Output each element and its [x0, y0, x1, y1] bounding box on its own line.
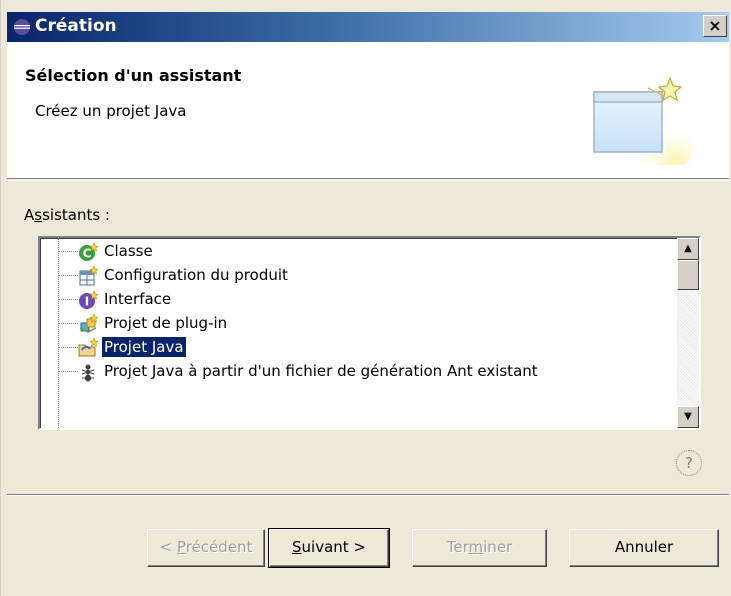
java-project-icon	[78, 338, 98, 357]
tree-branch	[58, 347, 78, 348]
separator	[7, 495, 729, 496]
class-icon: C	[79, 242, 98, 261]
cancel-button[interactable]: Annuler	[569, 529, 719, 567]
wizard-tree[interactable]: C Classe Configuration du produit I Inte…	[38, 236, 701, 430]
tree-branch	[58, 299, 78, 300]
tree-item-projet-java[interactable]: Projet Java	[40, 336, 670, 360]
tree-item-configuration-produit[interactable]: Configuration du produit	[40, 264, 670, 288]
creation-dialog: Création × Sélection d'un assistant Crée…	[0, 0, 731, 596]
back-button[interactable]: < Précédent	[147, 529, 265, 567]
label-text-suffix: sistants :	[42, 206, 110, 224]
tree-item-classe[interactable]: C Classe	[40, 240, 670, 264]
tree-scrollbar[interactable]: ▲ ▼	[677, 238, 699, 428]
wizards-label: Assistants :	[24, 206, 110, 224]
tree-branch	[58, 251, 78, 252]
ant-icon	[81, 364, 95, 382]
help-icon[interactable]: ?	[676, 450, 702, 476]
tree-item-label: Interface	[104, 290, 172, 308]
tree-branch	[58, 371, 78, 372]
finish-prefix: Ter	[446, 538, 469, 556]
next-suffix: uivant >	[301, 538, 366, 556]
next-button[interactable]: Suivant >	[268, 528, 390, 568]
svg-text:C: C	[83, 247, 92, 261]
scroll-down-button[interactable]: ▼	[677, 406, 699, 428]
finish-mnemonic: m	[468, 538, 484, 556]
eclipse-icon	[14, 19, 30, 35]
back-suffix: récédent	[185, 538, 253, 556]
banner-title: Sélection d'un assistant	[25, 66, 242, 85]
separator	[7, 180, 729, 181]
title-bar[interactable]: Création ×	[7, 12, 729, 42]
tree-item-projet-plug-in[interactable]: Projet de plug-in	[40, 312, 670, 336]
scroll-thumb[interactable]	[677, 260, 699, 290]
close-button[interactable]: ×	[703, 15, 727, 37]
svg-text:I: I	[85, 295, 89, 309]
tree-branch	[58, 275, 78, 276]
back-prefix: <	[159, 538, 177, 556]
window-title: Création	[35, 16, 117, 36]
tree-branch	[58, 323, 78, 324]
label-text-prefix: A	[24, 206, 35, 224]
scroll-up-button[interactable]: ▲	[677, 238, 699, 260]
product-config-icon	[79, 266, 98, 286]
tree-item-label: Classe	[104, 242, 153, 260]
tree-item-label: Projet Java	[101, 336, 187, 358]
interface-icon: I	[79, 290, 98, 309]
wizard-banner: Sélection d'un assistant Créez un projet…	[7, 42, 729, 179]
banner-description: Créez un projet Java	[35, 102, 187, 120]
tree-item-interface[interactable]: I Interface	[40, 288, 670, 312]
finish-button[interactable]: Terminer	[412, 529, 547, 567]
tree-item-label: Projet Java à partir d'un fichier de gén…	[104, 362, 538, 380]
tree-item-label: Configuration du produit	[104, 266, 288, 284]
back-mnemonic: P	[176, 538, 186, 556]
tree-item-label: Projet de plug-in	[104, 314, 228, 332]
tree-item-projet-java-ant[interactable]: Projet Java à partir d'un fichier de gén…	[40, 360, 670, 384]
label-mnemonic: s	[34, 206, 43, 224]
new-wizard-icon	[593, 76, 692, 165]
plugin-project-icon	[79, 314, 98, 333]
finish-suffix: iner	[483, 538, 513, 556]
next-mnemonic: S	[292, 538, 302, 556]
